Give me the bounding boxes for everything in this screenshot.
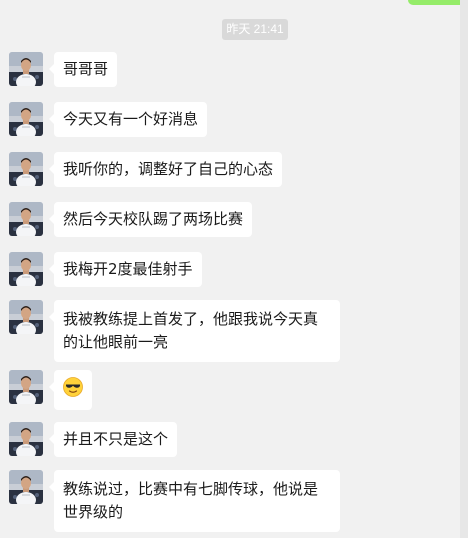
avatar[interactable] xyxy=(9,202,43,236)
message-bubble[interactable] xyxy=(49,370,92,410)
message-bubble[interactable]: 我被教练提上首发了，他跟我说今天真的让他眼前一亮 xyxy=(49,300,340,362)
message-text: 教练说过，比赛中有七脚传球，他说是世界级的 xyxy=(63,480,319,521)
message-text: 我听你的，调整好了自己的心态 xyxy=(63,160,274,178)
message-bubble[interactable]: 今天又有一个好消息 xyxy=(49,102,208,137)
message-text: 我被教练提上首发了，他跟我说今天真的让他眼前一亮 xyxy=(63,310,319,351)
avatar[interactable] xyxy=(9,422,43,456)
message-bubble[interactable]: 教练说过，比赛中有七脚传球，他说是世界级的 xyxy=(49,470,340,532)
avatar[interactable] xyxy=(9,470,43,504)
message-bubble[interactable]: 我梅开2度最佳射手 xyxy=(49,252,202,287)
message-bubble[interactable]: 并且不只是这个 xyxy=(49,422,178,457)
message-text: 并且不只是这个 xyxy=(63,430,169,448)
message-bubble[interactable]: 然后今天校队踢了两场比赛 xyxy=(49,202,253,237)
message-text: 哥哥哥 xyxy=(63,60,109,78)
message-timestamp: 昨天 21:41 xyxy=(222,19,288,40)
message-text: 然后今天校队踢了两场比赛 xyxy=(63,210,244,228)
avatar[interactable] xyxy=(9,252,43,286)
sunglasses-face-icon xyxy=(63,377,83,397)
avatar[interactable] xyxy=(9,152,43,186)
scrollbar-track[interactable] xyxy=(460,0,468,538)
chat-area[interactable]: 昨天 21:41 哥哥哥 今天又有一个好消息 我听你的，调整好了自己的心态 然后… xyxy=(0,0,468,538)
message-text: 今天又有一个好消息 xyxy=(63,110,199,128)
sent-bubble-edge xyxy=(408,0,468,5)
avatar[interactable] xyxy=(9,52,43,86)
message-text: 我梅开2度最佳射手 xyxy=(63,260,193,278)
message-bubble[interactable]: 我听你的，调整好了自己的心态 xyxy=(49,152,283,187)
avatar[interactable] xyxy=(9,300,43,334)
avatar[interactable] xyxy=(9,370,43,404)
avatar[interactable] xyxy=(9,102,43,136)
message-bubble[interactable]: 哥哥哥 xyxy=(49,52,118,87)
